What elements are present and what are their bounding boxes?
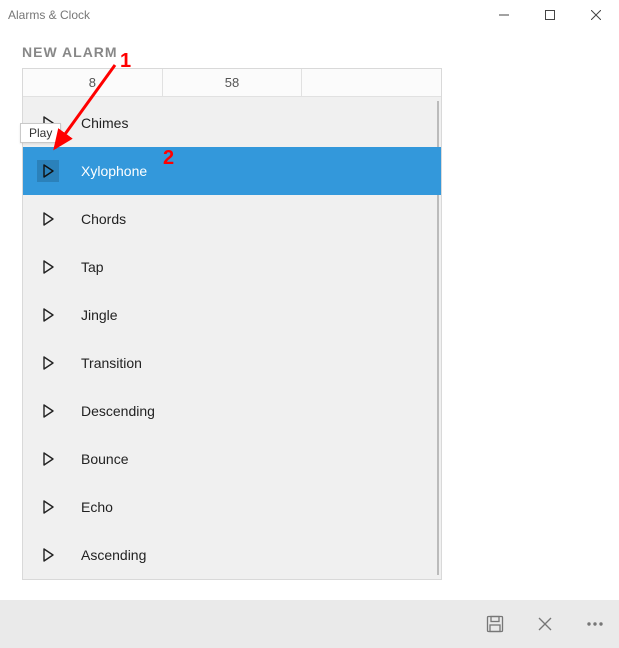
play-button[interactable] [37, 160, 59, 182]
play-tooltip: Play [20, 123, 61, 143]
sound-item[interactable]: Ascending [23, 531, 441, 579]
sound-label: Chimes [81, 115, 128, 131]
sound-label: Tap [81, 259, 104, 275]
time-picker-row: 8 58 [23, 69, 441, 97]
play-icon [41, 356, 55, 370]
close-icon [538, 617, 552, 631]
minimize-button[interactable] [481, 0, 527, 30]
play-button[interactable] [37, 304, 59, 326]
sound-label: Xylophone [81, 163, 147, 179]
play-icon [41, 308, 55, 322]
play-button[interactable] [37, 448, 59, 470]
maximize-button[interactable] [527, 0, 573, 30]
alarm-panel: 8 58 Chimes Xylophone Chords Tap Jingle Trans… [22, 68, 442, 580]
sound-label: Descending [81, 403, 155, 419]
play-button[interactable] [37, 544, 59, 566]
more-button[interactable] [581, 610, 609, 638]
sound-item[interactable]: Echo [23, 483, 441, 531]
play-button[interactable] [37, 256, 59, 278]
app-title: Alarms & Clock [8, 8, 90, 22]
page-header: NEW ALARM [0, 30, 619, 68]
minute-value: 58 [225, 75, 239, 90]
play-button[interactable] [37, 208, 59, 230]
ampm-cell[interactable] [302, 69, 441, 96]
sound-item[interactable]: Bounce [23, 435, 441, 483]
maximize-icon [545, 10, 555, 20]
app-window: Alarms & Clock NEW ALARM 8 58 Chimes Xylo… [0, 0, 619, 648]
play-icon [41, 500, 55, 514]
hour-cell[interactable]: 8 [23, 69, 163, 96]
sound-item[interactable]: Transition [23, 339, 441, 387]
save-button[interactable] [481, 610, 509, 638]
play-icon [41, 164, 55, 178]
play-icon [41, 212, 55, 226]
play-button[interactable] [37, 352, 59, 374]
play-icon [41, 548, 55, 562]
page-title: NEW ALARM [22, 44, 619, 60]
save-icon [486, 615, 504, 633]
sound-item[interactable]: Chimes [23, 99, 441, 147]
sound-item[interactable]: Descending [23, 387, 441, 435]
sound-label: Chords [81, 211, 126, 227]
play-button[interactable] [37, 496, 59, 518]
cancel-button[interactable] [531, 610, 559, 638]
bottom-bar [0, 600, 619, 648]
sound-label: Jingle [81, 307, 118, 323]
minute-cell[interactable]: 58 [163, 69, 303, 96]
play-button[interactable] [37, 400, 59, 422]
hour-value: 8 [89, 75, 96, 90]
close-window-button[interactable] [573, 0, 619, 30]
play-icon [41, 260, 55, 274]
sound-item[interactable]: Xylophone [23, 147, 441, 195]
ellipsis-icon [586, 621, 604, 627]
titlebar: Alarms & Clock [0, 0, 619, 30]
sound-item[interactable]: Jingle [23, 291, 441, 339]
sound-label: Bounce [81, 451, 128, 467]
minimize-icon [499, 10, 509, 20]
sound-label: Echo [81, 499, 113, 515]
window-controls [481, 0, 619, 30]
play-icon [41, 452, 55, 466]
play-icon [41, 404, 55, 418]
close-icon [591, 10, 601, 20]
sound-label: Transition [81, 355, 142, 371]
sound-item[interactable]: Tap [23, 243, 441, 291]
sound-item[interactable]: Chords [23, 195, 441, 243]
sound-label: Ascending [81, 547, 146, 563]
sound-list: Chimes Xylophone Chords Tap Jingle Transition… [23, 97, 441, 579]
